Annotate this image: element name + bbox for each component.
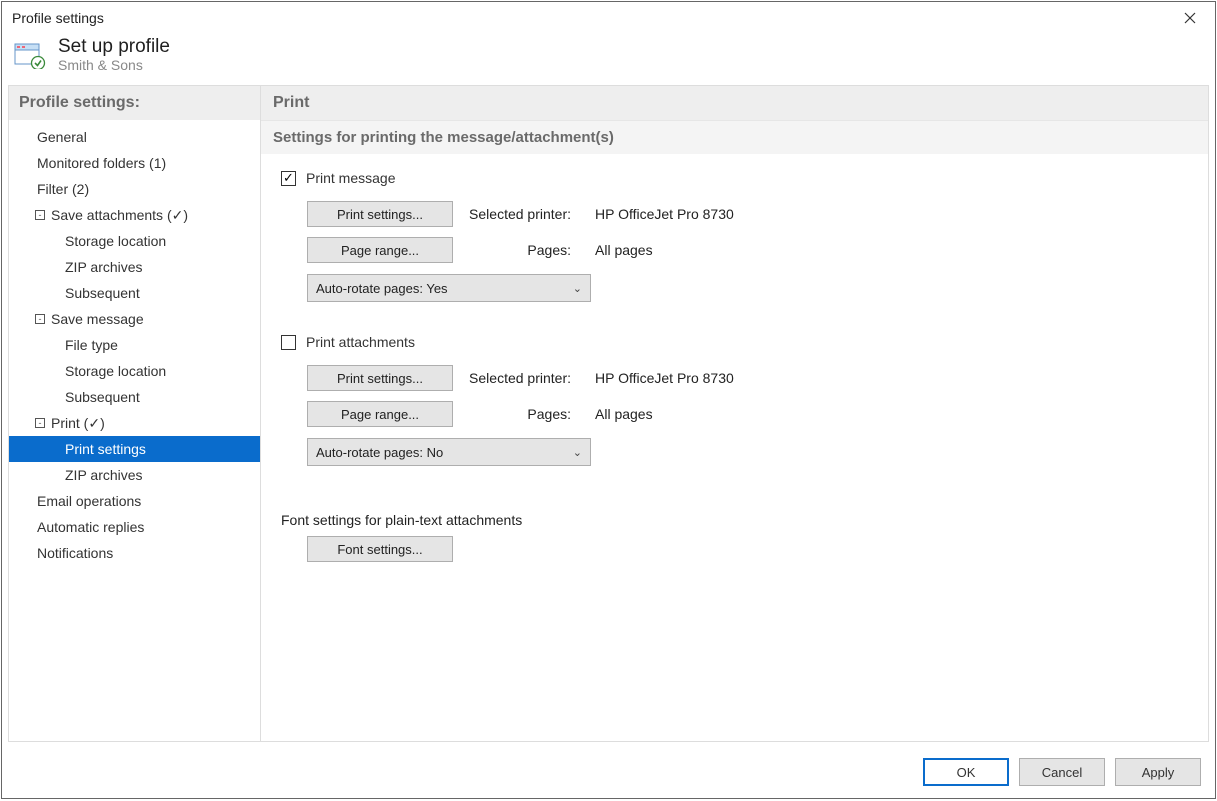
sidebar-item-notifications[interactable]: Notifications [9,540,260,566]
sidebar-item-label: Filter (2) [37,181,89,197]
pages-value: All pages [595,242,653,258]
print-attachments-checkbox[interactable] [281,335,296,350]
header-subtitle: Smith & Sons [58,57,170,73]
sidebar-item-automatic-replies[interactable]: Automatic replies [9,514,260,540]
sidebar-item-monitored-folders[interactable]: Monitored folders (1) [9,150,260,176]
print-attachments-section: Print attachments Print settings... Sele… [281,334,1188,466]
titlebar: Profile settings [2,2,1215,32]
sidebar-item-label: Automatic replies [37,519,144,535]
font-section-label: Font settings for plain-text attachments [281,512,1188,528]
auto-rotate-value: Auto-rotate pages: Yes [316,281,448,296]
print-settings-button[interactable]: Print settings... [307,201,453,227]
sidebar-item-subsequent[interactable]: Subsequent [9,280,260,306]
sidebar-item-save-attachments[interactable]: -Save attachments (✓) [9,202,260,228]
page-range-button-2[interactable]: Page range... [307,401,453,427]
sidebar-item-label: General [37,129,87,145]
content-body: ✓ Print message Print settings... Select… [261,154,1208,562]
sidebar-item-label: Print (✓) [51,415,105,432]
sidebar-item-storage-location[interactable]: Storage location [9,228,260,254]
sidebar-item-zip-archives[interactable]: ZIP archives [9,254,260,280]
font-settings-button[interactable]: Font settings... [307,536,453,562]
ok-button[interactable]: OK [923,758,1009,786]
sidebar-item-save-message[interactable]: -Save message [9,306,260,332]
content-heading: Print [261,86,1208,120]
footer: OK Cancel Apply [2,748,1215,798]
content-subheading: Settings for printing the message/attach… [261,120,1208,154]
sidebar-item-label: Subsequent [65,285,140,301]
close-icon [1184,12,1196,24]
pages-label-2: Pages: [453,406,579,422]
chevron-down-icon: ⌄ [573,446,582,459]
print-attachments-label: Print attachments [306,334,415,350]
collapse-icon[interactable]: - [35,418,45,428]
auto-rotate-value-2: Auto-rotate pages: No [316,445,443,460]
sidebar-item-label: Notifications [37,545,113,561]
sidebar-item-zip-archives-2[interactable]: ZIP archives [9,462,260,488]
close-button[interactable] [1173,6,1207,30]
sidebar-item-general[interactable]: General [9,124,260,150]
window: Profile settings Set up profile Smith & … [1,1,1216,799]
profile-icon [14,41,46,69]
auto-rotate-select[interactable]: Auto-rotate pages: Yes ⌄ [307,274,591,302]
print-settings-button-2[interactable]: Print settings... [307,365,453,391]
sidebar-item-label: Storage location [65,363,166,379]
font-section: Font settings for plain-text attachments… [281,512,1188,562]
selected-printer-value: HP OfficeJet Pro 8730 [595,206,734,222]
print-message-checkbox[interactable]: ✓ [281,171,296,186]
sidebar-heading: Profile settings: [9,86,260,120]
sidebar-item-filter[interactable]: Filter (2) [9,176,260,202]
sidebar-item-label: Save message [51,311,144,327]
sidebar-item-print[interactable]: -Print (✓) [9,410,260,436]
print-message-label: Print message [306,170,395,186]
selected-printer-label: Selected printer: [453,206,579,222]
print-message-section: ✓ Print message Print settings... Select… [281,170,1188,302]
sidebar-item-label: Monitored folders (1) [37,155,166,171]
sidebar-item-label: Subsequent [65,389,140,405]
cancel-button[interactable]: Cancel [1019,758,1105,786]
collapse-icon[interactable]: - [35,314,45,324]
sidebar-item-label: Print settings [65,441,146,457]
sidebar-item-label: File type [65,337,118,353]
body: Profile settings: General Monitored fold… [8,85,1209,742]
page-range-button[interactable]: Page range... [307,237,453,263]
sidebar-item-label: ZIP archives [65,467,143,483]
tree: General Monitored folders (1) Filter (2)… [9,120,260,570]
collapse-icon[interactable]: - [35,210,45,220]
header-title: Set up profile [58,36,170,58]
auto-rotate-select-2[interactable]: Auto-rotate pages: No ⌄ [307,438,591,466]
sidebar-item-label: Save attachments (✓) [51,207,188,224]
header: Set up profile Smith & Sons [2,32,1215,85]
selected-printer-label-2: Selected printer: [453,370,579,386]
pages-label: Pages: [453,242,579,258]
apply-button[interactable]: Apply [1115,758,1201,786]
sidebar-item-label: Storage location [65,233,166,249]
window-title: Profile settings [12,10,104,26]
sidebar-item-subsequent-2[interactable]: Subsequent [9,384,260,410]
sidebar-item-email-operations[interactable]: Email operations [9,488,260,514]
chevron-down-icon: ⌄ [573,282,582,295]
sidebar-item-storage-location-2[interactable]: Storage location [9,358,260,384]
sidebar: Profile settings: General Monitored fold… [9,86,261,741]
sidebar-item-print-settings[interactable]: Print settings [9,436,260,462]
content: Print Settings for printing the message/… [261,86,1208,741]
sidebar-item-label: ZIP archives [65,259,143,275]
sidebar-item-label: Email operations [37,493,141,509]
pages-value-2: All pages [595,406,653,422]
selected-printer-value-2: HP OfficeJet Pro 8730 [595,370,734,386]
sidebar-item-file-type[interactable]: File type [9,332,260,358]
